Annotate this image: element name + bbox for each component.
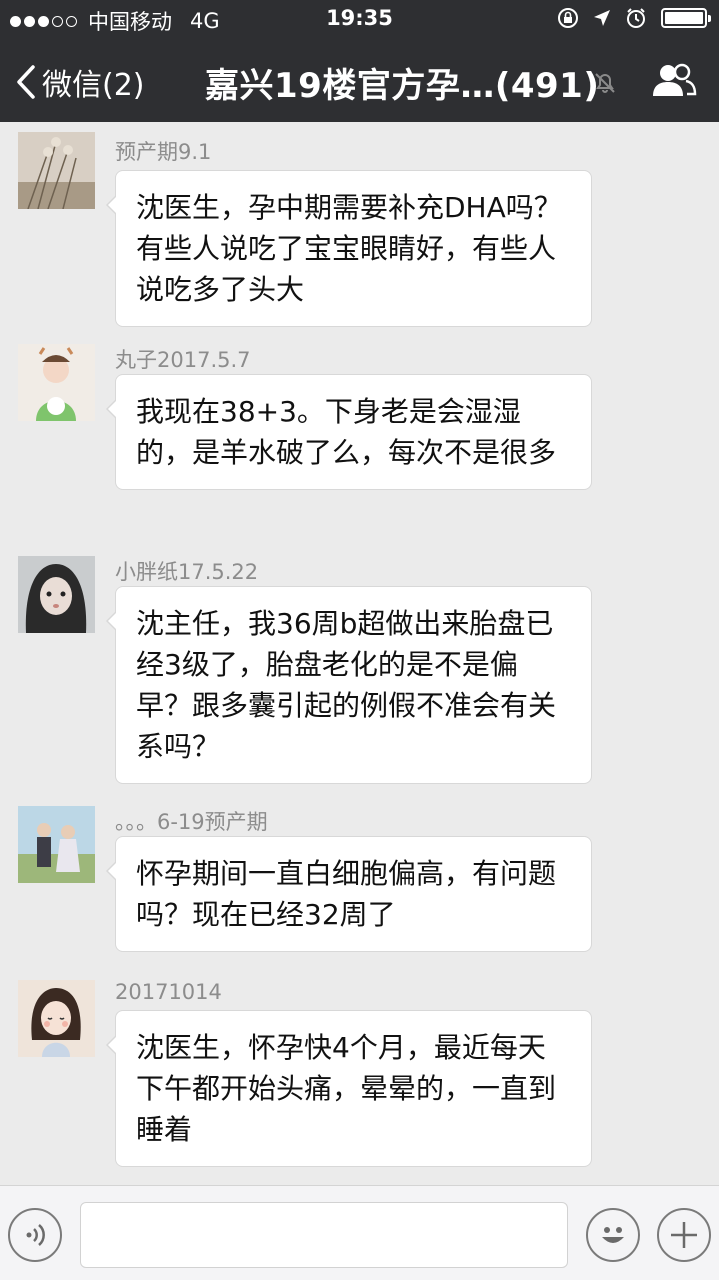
mute-icon [592, 70, 618, 100]
back-button[interactable]: 微信(2) [16, 60, 145, 104]
sender-name: 预产期9.1 [115, 140, 212, 164]
avatar[interactable] [18, 132, 95, 209]
avatar[interactable] [18, 344, 95, 421]
message-bubble[interactable]: 沈医生，孕中期需要补充DHA吗？有些人说吃了宝宝眼睛好，有些人说吃多了头大 [106, 170, 592, 327]
voice-icon [26, 1224, 45, 1246]
group-members-button[interactable] [651, 62, 697, 102]
status-right [543, 7, 711, 29]
input-bar [0, 1185, 719, 1280]
smiley-icon [602, 1227, 624, 1243]
sender-name: 小胖纸17.5.22 [115, 560, 259, 584]
location-icon [593, 9, 611, 27]
avatar[interactable] [18, 556, 95, 633]
emoji-button[interactable] [586, 1208, 640, 1262]
more-actions-button[interactable] [657, 1208, 711, 1262]
message-bubble[interactable]: 我现在38+3。下身老是会湿湿的，是羊水破了么，每次不是很多 [106, 374, 592, 490]
battery-icon [661, 8, 711, 28]
sender-name: 。。。6-19预产期 [115, 810, 268, 834]
voice-toggle-button[interactable] [8, 1208, 62, 1262]
back-label: 微信(2) [42, 68, 145, 103]
chat-title: 嘉兴19楼官方孕…(491) [205, 66, 600, 106]
plus-icon [671, 1222, 697, 1248]
avatar[interactable] [18, 806, 95, 883]
alarm-icon [625, 7, 647, 29]
message-input[interactable] [80, 1202, 568, 1268]
chat-area[interactable]: 预产期9.1 沈医生，孕中期需要补充DHA吗？有些人说吃了宝宝眼睛好，有些人说吃… [0, 122, 719, 1185]
orientation-lock-icon [557, 7, 579, 29]
avatar[interactable] [18, 980, 95, 1057]
people-icon [653, 63, 697, 96]
message-bubble[interactable]: 沈医生，怀孕快4个月，最近每天下午都开始头痛，晕晕的，一直到睡着 [106, 1010, 592, 1167]
chevron-left-icon [17, 65, 35, 99]
sender-name: 20171014 [115, 980, 222, 1004]
message-bubble[interactable]: 怀孕期间一直白细胞偏高，有问题吗？现在已经32周了 [106, 836, 592, 952]
status-bar: 中国移动 4G 19:35 [0, 0, 719, 38]
sender-name: 丸子2017.5.7 [115, 348, 251, 372]
nav-bar: 微信(2) 嘉兴19楼官方孕…(491) [0, 38, 719, 122]
message-bubble[interactable]: 沈主任，我36周b超做出来胎盘已经3级了，胎盘老化的是不是偏早？跟多囊引起的例假… [106, 586, 592, 784]
